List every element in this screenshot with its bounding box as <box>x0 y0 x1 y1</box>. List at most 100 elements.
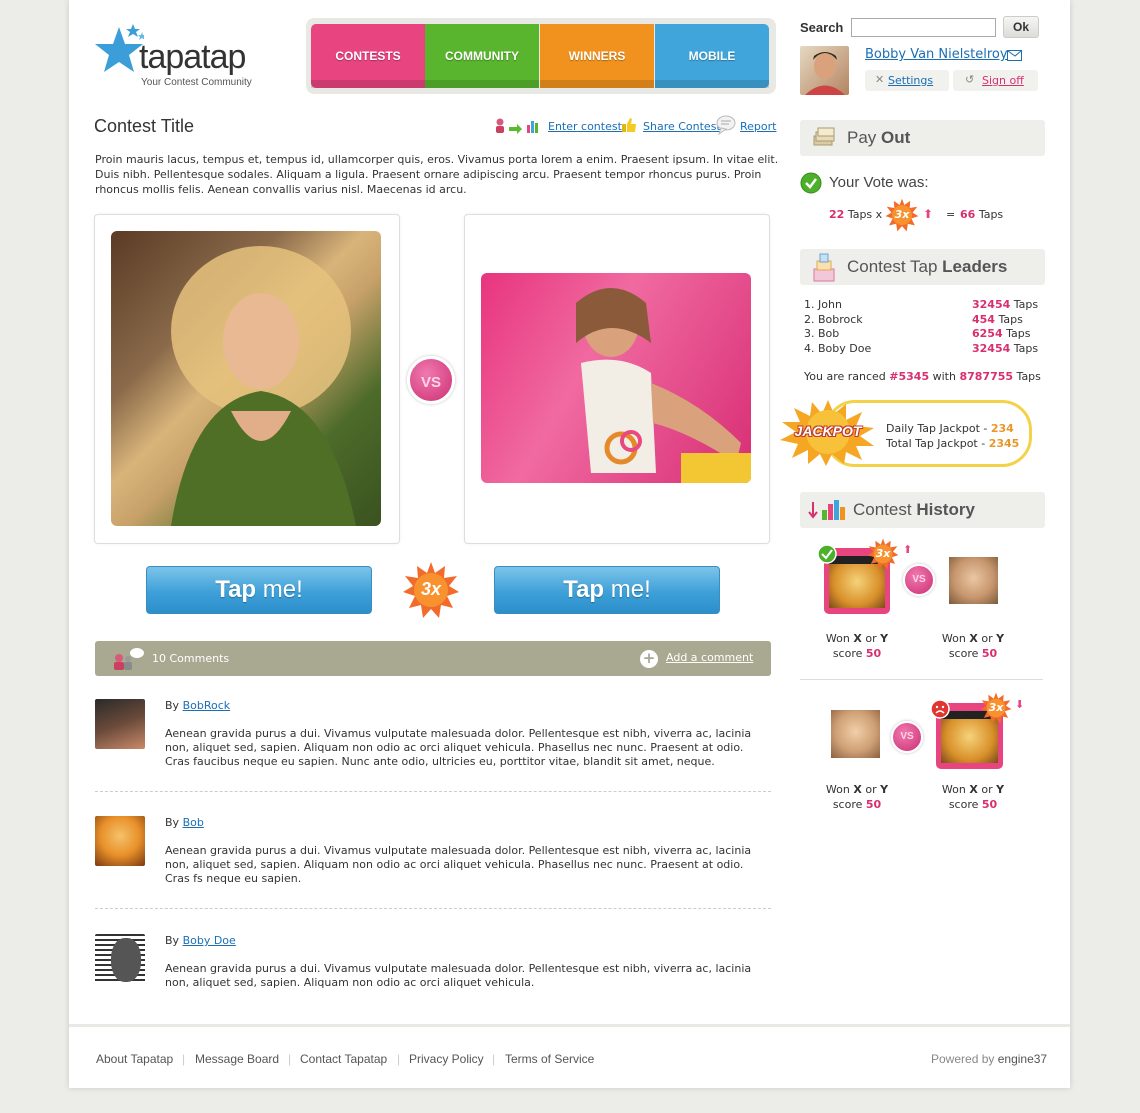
wrench-icon: ✕ <box>875 73 885 86</box>
powered-by-label: Powered by <box>931 1052 995 1066</box>
leaders-title-light: Contest Tap <box>847 257 938 276</box>
comment-author-link[interactable]: Bob <box>183 816 204 829</box>
footer-separator: | <box>492 1052 496 1066</box>
comment-avatar[interactable] <box>95 934 145 984</box>
footer-separator: | <box>397 1052 401 1066</box>
tap-me-button-b[interactable]: Tap me! <box>494 566 720 614</box>
history-thumb-opponent[interactable] <box>831 710 880 758</box>
comment-item: By Bob Aenean gravida purus a dui. Vivam… <box>95 816 771 891</box>
users-comment-icon <box>114 648 144 670</box>
check-circle-icon <box>817 544 837 564</box>
comment-author-link[interactable]: Boby Doe <box>183 934 236 947</box>
leaders-list: 1. John 32454 Taps 2. Bobrock 454 Taps 3. … <box>804 298 1044 356</box>
history-multiplier-label: 3x <box>875 547 891 560</box>
leader-name: 2. Bobrock <box>804 312 863 326</box>
jackpot-badge: JACKPOT <box>778 398 878 466</box>
contestant-b-photo[interactable] <box>481 273 751 483</box>
daily-jackpot-value: 234 <box>990 422 1014 435</box>
history-result-loser: Won X or Y score 50 <box>933 782 1013 812</box>
rank-suffix: Taps <box>1016 370 1041 383</box>
leader-name: 4. Boby Doe <box>804 341 872 355</box>
history-title-bold: History <box>916 500 975 519</box>
mail-icon[interactable] <box>1007 50 1023 62</box>
enter-contest-link[interactable]: Enter contest <box>548 120 622 133</box>
footer-link-contact[interactable]: Contact Tapatap <box>300 1052 387 1066</box>
leader-name: 1. John <box>804 298 842 311</box>
rank-taps: 8787755 <box>959 370 1014 383</box>
user-avatar[interactable] <box>800 46 849 95</box>
user-avatar-illustration <box>805 52 845 95</box>
comment-avatar[interactable] <box>95 699 145 749</box>
leader-name: 3. Bob <box>804 327 840 340</box>
settings-button[interactable]: ✕ Settings <box>865 70 949 91</box>
tap-me-button-a[interactable]: Tap me! <box>146 566 372 614</box>
user-name-link[interactable]: Bobby Van Nielstelroy <box>865 47 1008 62</box>
vote-multiplier-label: 3x <box>894 208 910 221</box>
leader-unit: Taps <box>998 312 1023 326</box>
won-x: X <box>853 783 862 796</box>
footer-link-about[interactable]: About Tapatap <box>96 1052 173 1066</box>
report-link[interactable]: Report <box>740 120 776 133</box>
footer-link-privacy[interactable]: Privacy Policy <box>409 1052 484 1066</box>
nav-tab-mobile[interactable]: MOBILE <box>655 24 769 88</box>
leaders-title-bold: Leaders <box>942 257 1008 276</box>
user-rank-line: You are ranced #5345 with 8787755 Taps <box>804 370 1041 383</box>
search-input[interactable] <box>851 18 996 37</box>
contest-description: Proin mauris lacus, tempus et, tempus id… <box>95 153 779 196</box>
speech-bubble-icon <box>716 115 736 135</box>
won-y: Y <box>996 632 1005 645</box>
comment-author-link[interactable]: BobRock <box>183 699 231 712</box>
leaders-header: Contest Tap Leaders <box>800 249 1045 285</box>
jackpot-badge-label: JACKPOT <box>794 423 862 439</box>
signoff-button[interactable]: ↺ Sign off <box>953 70 1038 91</box>
score-label: score <box>832 647 863 660</box>
star-logo-icon <box>95 24 144 72</box>
signoff-link[interactable]: Sign off <box>982 74 1024 87</box>
comment-text: Aenean gravida purus a dui. Vivamus vulp… <box>165 962 752 989</box>
leader-score: 32454 <box>972 341 1011 355</box>
vote-taps: 22 <box>829 208 845 221</box>
nav-tab-winners[interactable]: WINNERS <box>540 24 654 88</box>
history-multiplier-label: 3x <box>988 701 1004 714</box>
contestant-a-illustration <box>171 246 356 526</box>
won-x: X <box>853 632 862 645</box>
comment-divider <box>95 791 771 792</box>
leader-row: 3. Bob 6254 Taps <box>804 327 1044 342</box>
history-result-opponent: Won X or Y score 50 <box>817 782 897 812</box>
share-contest-link[interactable]: Share Contest <box>643 120 721 133</box>
tap-me-b-strong: Tap <box>563 576 605 603</box>
footer-separator: | <box>182 1052 186 1066</box>
rank-position: #5345 <box>889 370 930 383</box>
nav-tab-contests[interactable]: CONTESTS <box>311 24 425 88</box>
search-ok-button[interactable]: Ok <box>1003 16 1039 38</box>
sad-face-icon <box>930 699 950 719</box>
nav-tab-community[interactable]: COMMUNITY <box>425 24 539 88</box>
footer-link-terms[interactable]: Terms of Service <box>505 1052 594 1066</box>
footer: About Tapatap | Message Board | Contact … <box>69 1024 1070 1088</box>
payout-title-light: Pay <box>847 128 877 147</box>
add-comment-icon[interactable]: + <box>640 650 658 668</box>
contestant-a-photo[interactable] <box>111 231 381 526</box>
vs-badge: VS <box>407 356 455 404</box>
comment-byline: By BobRock <box>165 699 230 712</box>
down-arrow-icon: ⬇ <box>1015 698 1025 711</box>
score-value: 50 <box>865 798 882 811</box>
comment-avatar[interactable] <box>95 816 145 866</box>
score-value: 50 <box>981 798 998 811</box>
add-comment-link[interactable]: Add a comment <box>666 651 753 664</box>
tap-me-a-rest: me! <box>256 576 303 603</box>
score-label: score <box>948 647 979 660</box>
footer-link-message-board[interactable]: Message Board <box>195 1052 279 1066</box>
logo-wordmark: tapatap <box>139 38 246 76</box>
comment-item: By Boby Doe Aenean gravida purus a dui. … <box>95 934 771 994</box>
history-divider <box>800 679 1043 680</box>
won-x: X <box>969 783 978 796</box>
contestant-a-frame <box>94 214 400 544</box>
settings-link[interactable]: Settings <box>888 74 933 87</box>
or-label: or <box>865 783 877 796</box>
history-vs-badge: VS <box>891 721 923 753</box>
footer-separator: | <box>288 1052 292 1066</box>
leader-score: 454 <box>972 312 995 326</box>
history-thumb-opponent[interactable] <box>949 557 998 604</box>
search-label: Search <box>800 20 844 35</box>
